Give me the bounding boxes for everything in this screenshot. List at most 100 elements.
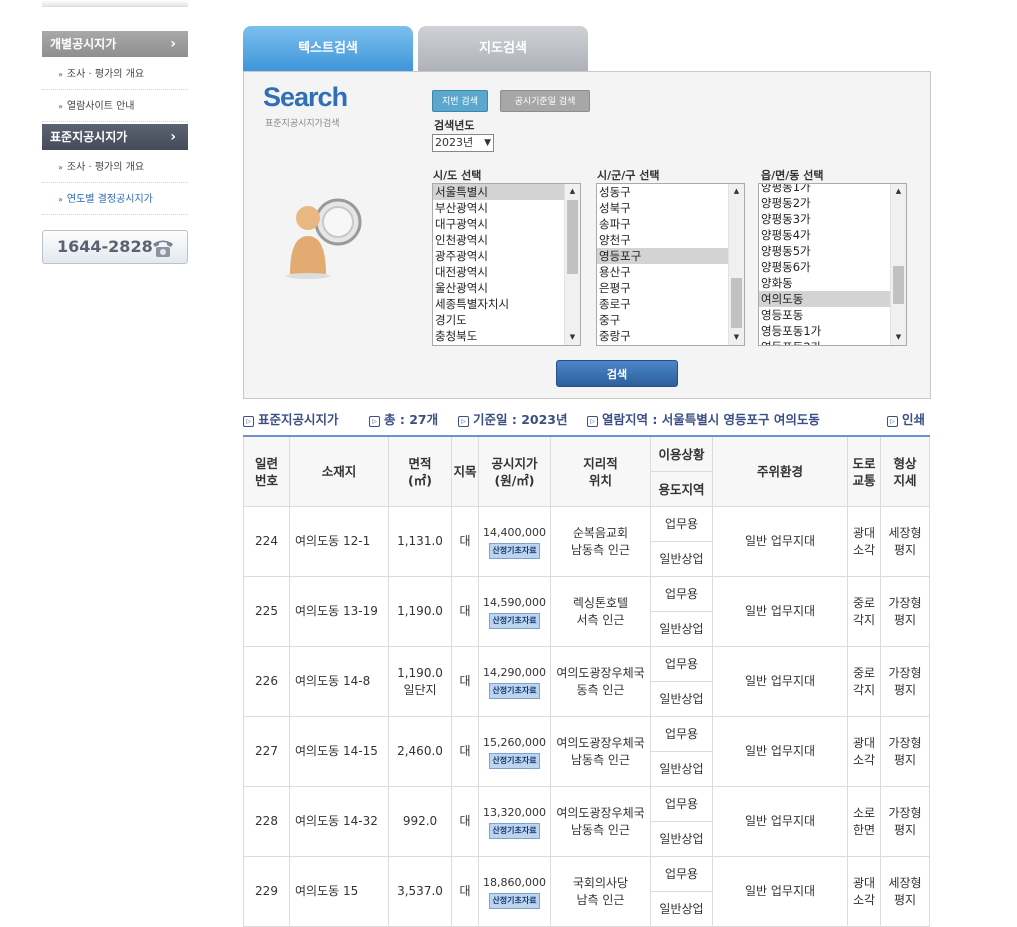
list-option[interactable]: 세종특별자치시 xyxy=(433,296,564,312)
sidebar-item-label: 조사 · 평가의 개요 xyxy=(66,162,145,173)
jibun-search-button[interactable]: 지번 검색 xyxy=(432,90,488,112)
scroll-down-icon[interactable]: ▼ xyxy=(729,330,744,345)
sigungu-label: 시/군/구 선택 xyxy=(597,169,660,182)
cell-road: 광대 소각 xyxy=(847,856,881,927)
cell-use-zone: 일반상업 xyxy=(650,751,713,787)
cell-jimok: 대 xyxy=(451,646,479,717)
cell-location: 여의도동 14-32 xyxy=(289,786,389,857)
list-option[interactable]: 대구광역시 xyxy=(433,216,564,232)
list-option[interactable]: 은평구 xyxy=(597,280,728,296)
sidebar-menu-individual-price[interactable]: 개별공시지가 › xyxy=(42,31,188,57)
cell-geo: 국회의사당 남측 인근 xyxy=(550,856,651,927)
scroll-down-icon[interactable]: ▼ xyxy=(891,330,906,345)
list-option[interactable]: 영등포구 xyxy=(597,248,728,264)
cell-road: 광대 소각 xyxy=(847,506,881,577)
list-option[interactable]: 경기도 xyxy=(433,312,564,328)
info-bullet-icon: ▷ xyxy=(587,416,598,427)
cell-shape: 가장형 평지 xyxy=(880,646,930,717)
print-link[interactable]: ▷ 인쇄 xyxy=(887,409,925,428)
person-search-icon xyxy=(286,198,362,279)
list-option[interactable]: 양천구 xyxy=(597,232,728,248)
list-option[interactable]: 양평동4가 xyxy=(759,227,890,243)
list-option[interactable]: 영등포동2가 xyxy=(759,339,890,345)
info-region: ▷ 열람지역 : 서울특별시 영등포구 여의도동 xyxy=(587,409,820,428)
list-option[interactable]: 양평동2가 xyxy=(759,195,890,211)
list-option[interactable]: 대전광역시 xyxy=(433,264,564,280)
sigungu-listbox[interactable]: 성동구 성북구 송파구 양천구 영등포구 용산구 은평구 종로구 중구 중랑구 ▲ ▼ xyxy=(596,183,745,346)
info-total: ▷ 총 : 27개 xyxy=(369,409,438,428)
list-option[interactable]: 부산광역시 xyxy=(433,200,564,216)
cell-road: 중로 각지 xyxy=(847,646,881,717)
year-select[interactable]: 2023년 ▼ xyxy=(432,134,494,152)
basis-data-button[interactable]: 산정기초자료 xyxy=(489,893,540,909)
list-option[interactable]: 양평동1가 xyxy=(759,184,890,195)
sidebar-menu-standard-price[interactable]: 표준지공시지가 › xyxy=(42,124,188,150)
search-button[interactable]: 검색 xyxy=(556,360,678,387)
emd-listbox[interactable]: 양평동1가 양평동2가 양평동3가 양평동4가 양평동5가 양평동6가 양화동 여의도동 영등포… xyxy=(758,183,907,346)
list-option[interactable]: 성북구 xyxy=(597,200,728,216)
list-option[interactable]: 광주광역시 xyxy=(433,248,564,264)
year-label: 검색년도 xyxy=(434,119,475,132)
sido-scrollbar[interactable]: ▲ ▼ xyxy=(564,184,580,345)
list-option[interactable]: 중랑구 xyxy=(597,328,728,344)
sidebar-top-decoration xyxy=(42,0,188,7)
basis-data-button[interactable]: 산정기초자료 xyxy=(489,613,540,629)
sido-listbox[interactable]: 서울특별시 부산광역시 대구광역시 인천광역시 광주광역시 대전광역시 울산광역시 세종특별자… xyxy=(432,183,581,346)
table-row: 224 여의도동 12-1 1,131.0 대 14,400,000 산정기초자료 순복음교… xyxy=(243,506,930,577)
emd-scrollbar[interactable]: ▲ ▼ xyxy=(890,184,906,345)
basis-data-button[interactable]: 산정기초자료 xyxy=(489,753,540,769)
scroll-thumb[interactable] xyxy=(731,278,742,328)
cell-surround: 일반 업무지대 xyxy=(712,856,848,927)
basis-data-button[interactable]: 산정기초자료 xyxy=(489,683,540,699)
tab-text-search[interactable]: 텍스트검색 xyxy=(243,26,413,72)
list-option[interactable]: 영등포동 xyxy=(759,307,890,323)
list-option[interactable]: 양화동 xyxy=(759,275,890,291)
cell-use-status: 업무용 xyxy=(650,716,713,752)
list-option[interactable]: 중구 xyxy=(597,312,728,328)
cell-price: 15,260,000 산정기초자료 xyxy=(478,716,551,787)
list-option[interactable]: 울산광역시 xyxy=(433,280,564,296)
cell-surround: 일반 업무지대 xyxy=(712,576,848,647)
scroll-thumb[interactable] xyxy=(567,200,578,274)
cell-price: 18,860,000 산정기초자료 xyxy=(478,856,551,927)
scroll-up-icon[interactable]: ▲ xyxy=(729,184,744,199)
list-option[interactable]: 여의도동 xyxy=(759,291,890,307)
scroll-up-icon[interactable]: ▲ xyxy=(565,184,580,199)
info-base-date: ▷ 기준일 : 2023년 xyxy=(458,409,568,428)
cell-geo: 순복음교회 남동측 인근 xyxy=(550,506,651,577)
list-option[interactable]: 양평동5가 xyxy=(759,243,890,259)
bullet-icon: » xyxy=(58,102,63,111)
header-shape: 형상 지세 xyxy=(880,435,930,507)
list-option[interactable]: 양평동3가 xyxy=(759,211,890,227)
tab-map-search[interactable]: 지도검색 xyxy=(418,26,588,72)
sidebar-item-viewing-sites[interactable]: » 열람사이트 안내 xyxy=(42,92,188,122)
list-option[interactable]: 용산구 xyxy=(597,264,728,280)
list-option[interactable]: 영등포동1가 xyxy=(759,323,890,339)
sidebar-item-yearly-price[interactable]: » 연도별 결정공시지가 xyxy=(42,185,188,215)
sidebar-item-standard-overview[interactable]: » 조사 · 평가의 개요 xyxy=(42,153,188,183)
list-option[interactable]: 성동구 xyxy=(597,184,728,200)
price-table: 일련 번호 소재지 면적 (㎡) 지목 공시지가 (원/㎡) 지리적 위치 이용… xyxy=(243,435,930,927)
header-jimok: 지목 xyxy=(451,435,479,507)
date-search-button[interactable]: 공시기준일 검색 xyxy=(500,90,590,112)
scroll-down-icon[interactable]: ▼ xyxy=(565,330,580,345)
list-option[interactable]: 충청북도 xyxy=(433,328,564,344)
list-option[interactable]: 양평동6가 xyxy=(759,259,890,275)
list-option[interactable]: 종로구 xyxy=(597,296,728,312)
scroll-up-icon[interactable]: ▲ xyxy=(891,184,906,199)
table-row: 226 여의도동 14-8 1,190.0 일단지 대 14,290,000 산정기초자료… xyxy=(243,646,930,717)
scroll-thumb[interactable] xyxy=(893,266,904,304)
list-option[interactable]: 인천광역시 xyxy=(433,232,564,248)
sigungu-scrollbar[interactable]: ▲ ▼ xyxy=(728,184,744,345)
header-area: 면적 (㎡) xyxy=(388,435,452,507)
list-option[interactable]: 송파구 xyxy=(597,216,728,232)
bullet-icon: » xyxy=(58,163,63,172)
basis-data-button[interactable]: 산정기초자료 xyxy=(489,823,540,839)
cell-shape: 가장형 평지 xyxy=(880,576,930,647)
cell-location: 여의도동 12-1 xyxy=(289,506,389,577)
basis-data-button[interactable]: 산정기초자료 xyxy=(489,543,540,559)
list-option[interactable]: 서울특별시 xyxy=(433,184,564,200)
sidebar-item-individual-overview[interactable]: » 조사 · 평가의 개요 xyxy=(42,60,188,90)
cell-location: 여의도동 14-15 xyxy=(289,716,389,787)
header-geo: 지리적 위치 xyxy=(550,435,651,507)
